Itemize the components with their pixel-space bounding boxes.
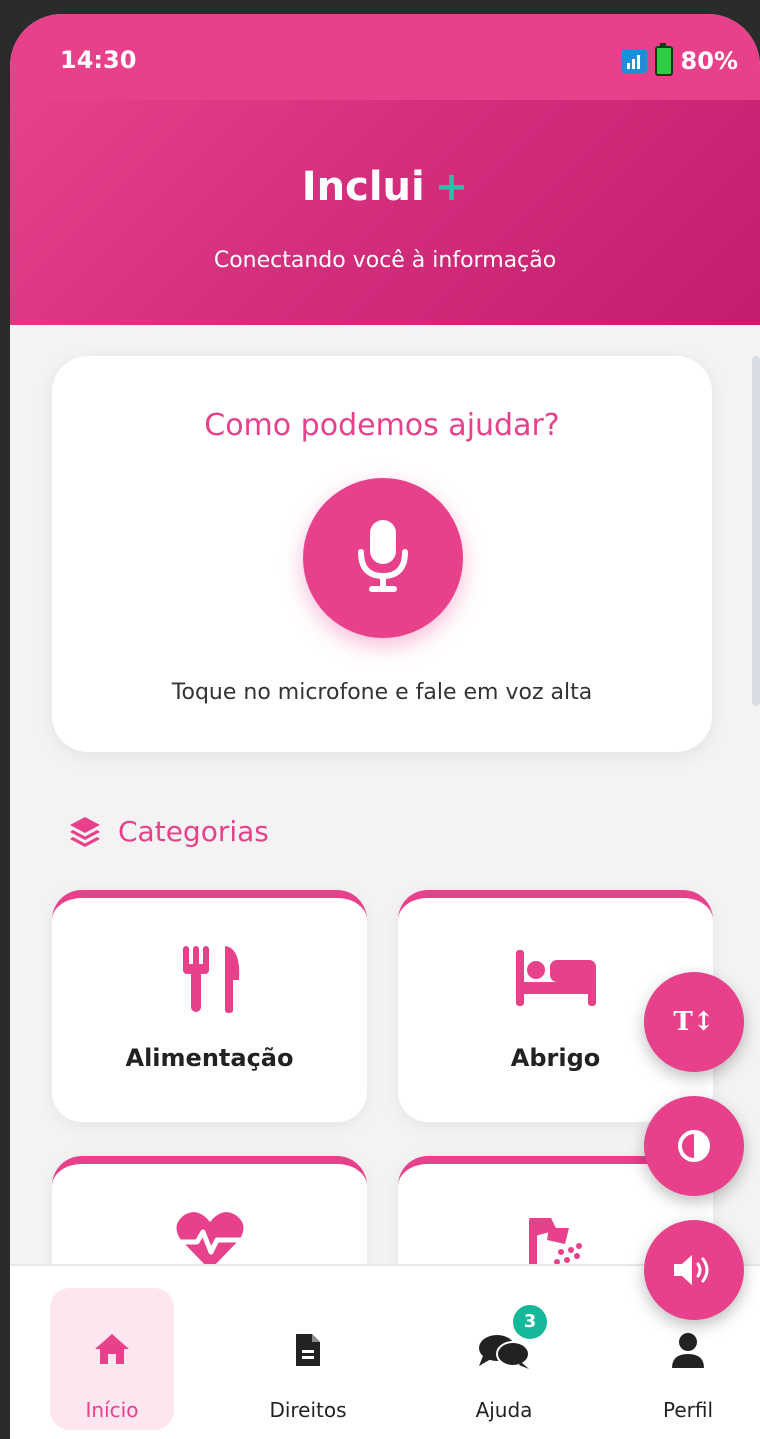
scrollbar-thumb[interactable] <box>752 356 760 706</box>
nav-item-direitos[interactable]: Direitos <box>246 1288 370 1430</box>
audio-button[interactable] <box>644 1220 744 1320</box>
nav-label: Perfil <box>662 1398 714 1422</box>
status-bar: 14:30 80% <box>10 14 760 100</box>
scrollbar[interactable] <box>750 336 760 1256</box>
voice-help-card: Como podemos ajudar? Toque no microfone … <box>52 356 712 752</box>
home-icon <box>50 1332 174 1366</box>
app-header: Inclui + Conectando você à informação <box>10 100 760 325</box>
status-indicators: 80% <box>620 43 738 76</box>
text-size-icon: T↕ <box>673 1007 715 1037</box>
categories-heading-text: Categorias <box>118 814 269 848</box>
nav-label: Início <box>85 1398 139 1422</box>
user-icon <box>626 1332 750 1370</box>
phone-screen: 14:30 80% Inclui + Conectando você à info… <box>10 14 760 1439</box>
document-icon <box>246 1332 370 1368</box>
contrast-icon <box>678 1130 710 1162</box>
status-time: 14:30 <box>60 46 137 74</box>
nav-label: Ajuda <box>475 1398 533 1422</box>
notification-badge: 3 <box>510 1302 550 1342</box>
nav-item-inicio[interactable]: Início <box>50 1288 174 1430</box>
layers-icon <box>70 817 100 847</box>
heartbeat-icon <box>52 1210 367 1272</box>
help-hint: Toque no microfone e fale em voz alta <box>171 680 593 705</box>
category-label: Alimentação <box>125 1044 294 1072</box>
signal-icon <box>620 49 647 73</box>
app-title-text: Inclui <box>301 164 425 210</box>
help-title: Como podemos ajudar? <box>204 408 560 443</box>
text-size-button[interactable]: T↕ <box>644 972 744 1072</box>
app-tagline: Conectando você à informação <box>213 248 557 273</box>
categories-heading: Categorias <box>68 814 269 848</box>
plus-icon: + <box>434 164 469 210</box>
volume-icon <box>674 1255 709 1285</box>
utensils-icon <box>52 944 367 1014</box>
microphone-button[interactable] <box>303 478 463 638</box>
contrast-button[interactable] <box>644 1096 744 1196</box>
battery-percent: 80% <box>680 47 738 75</box>
category-card-alimentacao[interactable]: Alimentação <box>52 890 367 1122</box>
battery-icon <box>654 43 673 76</box>
microphone-icon <box>358 520 408 592</box>
comments-icon <box>442 1332 566 1370</box>
nav-item-ajuda[interactable]: 3 Ajuda <box>442 1288 566 1430</box>
nav-label: Direitos <box>269 1398 347 1422</box>
app-title: Inclui + <box>10 164 760 210</box>
